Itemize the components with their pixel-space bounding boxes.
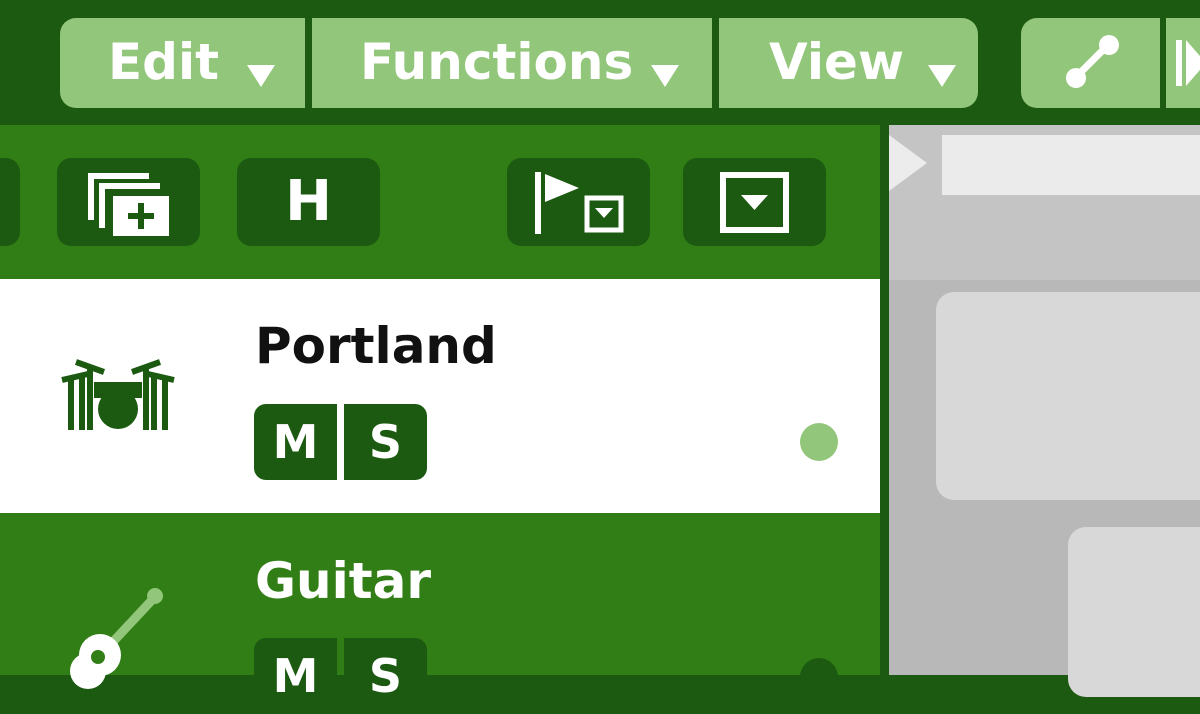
- toolbar-edge-button[interactable]: [0, 158, 20, 246]
- view-chevron-down-icon: [928, 65, 956, 87]
- playhead-triangle-icon: [889, 135, 927, 191]
- edit-menu[interactable]: Edit: [60, 18, 305, 108]
- mute-button[interactable]: M: [254, 638, 337, 714]
- new-track-icon: [88, 173, 169, 236]
- ruler-strip: [942, 135, 1200, 195]
- view-menu[interactable]: View: [719, 18, 978, 108]
- functions-menu[interactable]: Functions: [312, 18, 712, 108]
- solo-button[interactable]: S: [344, 638, 427, 714]
- mute-label: M: [272, 415, 319, 469]
- view-menu-label: View: [769, 33, 905, 91]
- play-button[interactable]: [1166, 18, 1200, 108]
- mute-label: M: [272, 649, 319, 703]
- track-row-portland[interactable]: Portland M S: [0, 279, 880, 513]
- new-track-button[interactable]: [57, 158, 200, 246]
- region-guitar[interactable]: [1068, 527, 1200, 697]
- functions-menu-label: Functions: [360, 33, 634, 91]
- functions-chevron-down-icon: [651, 65, 679, 87]
- track-options-button[interactable]: [683, 158, 826, 246]
- hide-button-label: H: [285, 169, 332, 234]
- dropdown-box-icon: [720, 172, 789, 233]
- drum-kit-icon: [61, 359, 175, 430]
- panel-divider[interactable]: [880, 125, 889, 675]
- hide-tracks-button[interactable]: H: [237, 158, 380, 246]
- solo-button[interactable]: S: [344, 404, 427, 480]
- arrange-area[interactable]: [889, 125, 1200, 697]
- play-icon: [1176, 40, 1200, 86]
- solo-label: S: [368, 415, 403, 469]
- automation-button[interactable]: [1021, 18, 1160, 108]
- region-portland[interactable]: [936, 292, 1200, 500]
- track-name[interactable]: Portland: [255, 316, 497, 376]
- track-row-guitar[interactable]: Guitar M S: [0, 513, 880, 714]
- marker-flag-icon: [535, 172, 624, 234]
- mute-button[interactable]: M: [254, 404, 337, 480]
- automation-line-icon: [1066, 35, 1119, 88]
- menu-bar: Edit Functions View: [0, 0, 1200, 125]
- solo-label: S: [368, 649, 403, 703]
- marker-button[interactable]: [507, 158, 650, 246]
- record-enable-indicator[interactable]: [800, 423, 838, 461]
- edit-menu-label: Edit: [108, 33, 219, 91]
- edit-chevron-down-icon: [247, 65, 275, 87]
- track-name[interactable]: Guitar: [255, 551, 431, 611]
- acoustic-guitar-icon: [70, 588, 163, 689]
- record-enable-indicator[interactable]: [800, 658, 838, 696]
